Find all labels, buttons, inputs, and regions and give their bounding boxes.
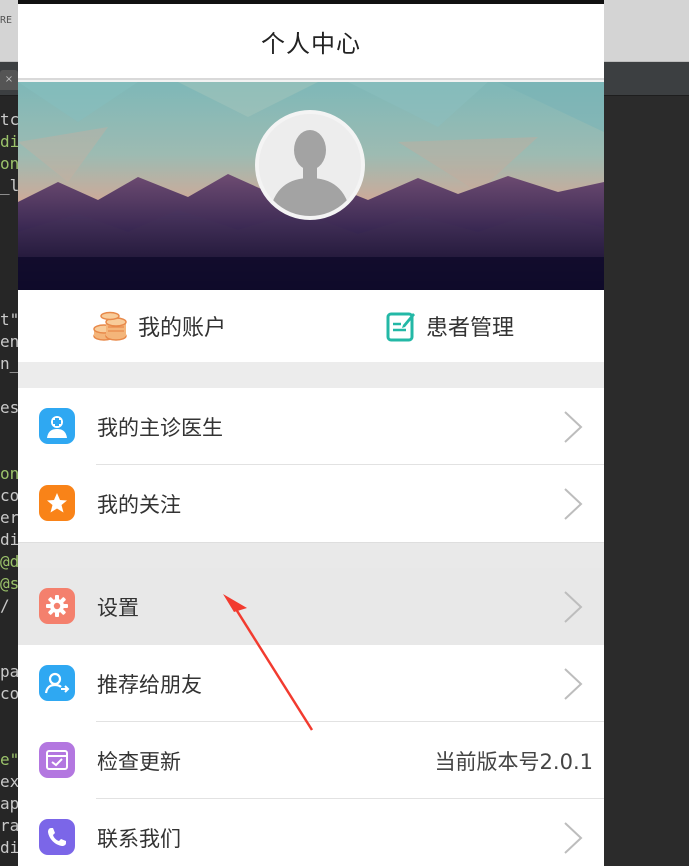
menu-label-contact-us: 联系我们 — [97, 826, 181, 851]
patient-management-button[interactable]: 患者管理 — [386, 290, 514, 362]
editor-code-line: @d — [0, 552, 20, 571]
editor-code-line: es — [0, 398, 20, 417]
edit-note-icon — [386, 312, 415, 342]
editor-code-line: ex — [0, 772, 20, 791]
editor-code-line: co — [0, 684, 20, 703]
quick-actions-row: 我的账户 患者管理 — [18, 290, 604, 362]
coins-icon — [93, 311, 127, 341]
editor-code-line: di — [0, 530, 20, 549]
chevron-right-icon — [564, 591, 583, 623]
phone-screen: 个人中心 我的账户 患者管理 我的主诊医生 我的关注 设置 推荐给朋友 检查更新… — [18, 0, 604, 866]
section-gap — [18, 542, 604, 568]
editor-code-line: @s — [0, 574, 20, 593]
menu-label-settings: 设置 — [97, 595, 139, 620]
editor-code-line: / — [0, 596, 10, 615]
version-value: 当前版本号2.0.1 — [434, 749, 593, 774]
editor-title-text: RE — [0, 15, 13, 26]
editor-code-line: co — [0, 486, 20, 505]
menu-item-my-follows[interactable]: 我的关注 — [18, 465, 604, 542]
menu-item-check-update[interactable]: 检查更新 当前版本号2.0.1 — [18, 722, 604, 799]
user-avatar-placeholder-icon — [259, 114, 361, 216]
editor-code-line: e" — [0, 750, 20, 769]
chevron-right-icon — [564, 488, 583, 520]
editor-code-line: t" — [0, 310, 20, 329]
editor-code-line: tc — [0, 110, 20, 129]
editor-code-line: n_ — [0, 354, 20, 373]
menu-label-my-doctor: 我的主诊医生 — [97, 415, 223, 440]
chevron-right-icon — [564, 822, 583, 854]
title-bar: 个人中心 — [18, 4, 604, 80]
menu-label-check-update: 检查更新 — [97, 749, 181, 774]
editor-code-line: on — [0, 464, 20, 483]
user-avatar[interactable] — [255, 110, 365, 220]
editor-code-line: ra — [0, 816, 20, 835]
editor-code-line: pa — [0, 662, 20, 681]
my-account-button[interactable]: 我的账户 — [92, 290, 226, 362]
patient-management-label: 患者管理 — [426, 316, 515, 341]
editor-tab[interactable]: × — [0, 70, 18, 90]
editor-code-line: on — [0, 154, 20, 173]
menu-group-doctors: 我的主诊医生 我的关注 — [18, 388, 604, 542]
doctor-icon — [39, 408, 75, 444]
user-share-icon — [39, 665, 75, 701]
editor-code-line: ap — [0, 794, 20, 813]
profile-banner — [18, 82, 604, 290]
menu-item-recommend[interactable]: 推荐给朋友 — [18, 645, 604, 722]
page-title: 个人中心 — [261, 29, 361, 58]
chevron-right-icon — [564, 411, 583, 443]
menu-group-app: 设置 推荐给朋友 检查更新 当前版本号2.0.1 联系我们 — [18, 568, 604, 866]
menu-label-my-follows: 我的关注 — [97, 492, 181, 517]
chevron-right-icon — [564, 668, 583, 700]
gear-icon — [39, 588, 75, 624]
menu-item-contact-us[interactable]: 联系我们 — [18, 799, 604, 866]
menu-item-my-doctor[interactable]: 我的主诊医生 — [18, 388, 604, 465]
menu-label-recommend: 推荐给朋友 — [97, 672, 202, 697]
editor-code-line: er — [0, 508, 20, 527]
phone-icon — [39, 819, 75, 855]
section-gap — [18, 362, 604, 388]
my-account-label: 我的账户 — [138, 316, 227, 341]
editor-right-panel — [604, 96, 689, 866]
update-icon — [39, 742, 75, 778]
star-icon — [39, 485, 75, 521]
menu-item-settings[interactable]: 设置 — [18, 568, 604, 645]
editor-code-line: di — [0, 132, 20, 151]
editor-code-line: di — [0, 838, 20, 857]
editor-code-line: _l — [0, 176, 20, 195]
editor-code-line: en — [0, 332, 20, 351]
